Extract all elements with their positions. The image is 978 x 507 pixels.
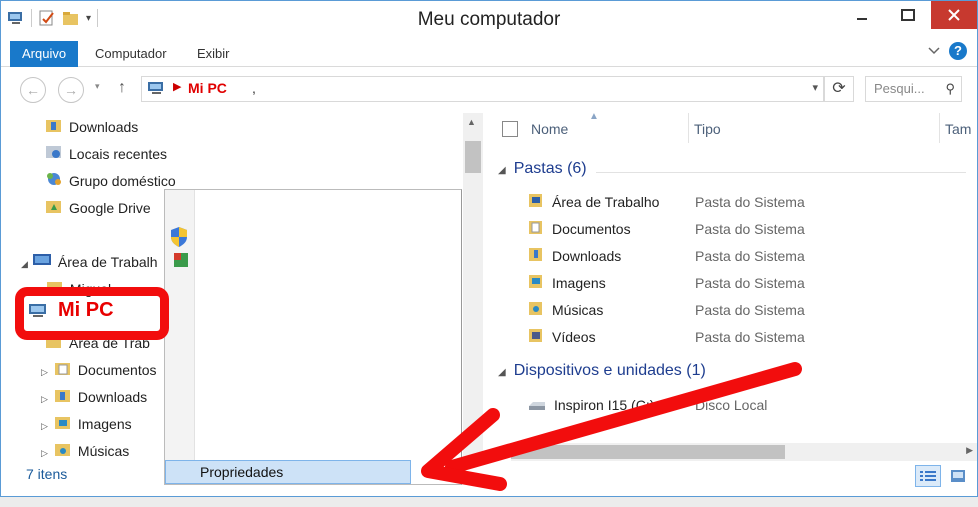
annotation-arrow <box>421 362 802 491</box>
desktop-strip <box>0 497 978 507</box>
